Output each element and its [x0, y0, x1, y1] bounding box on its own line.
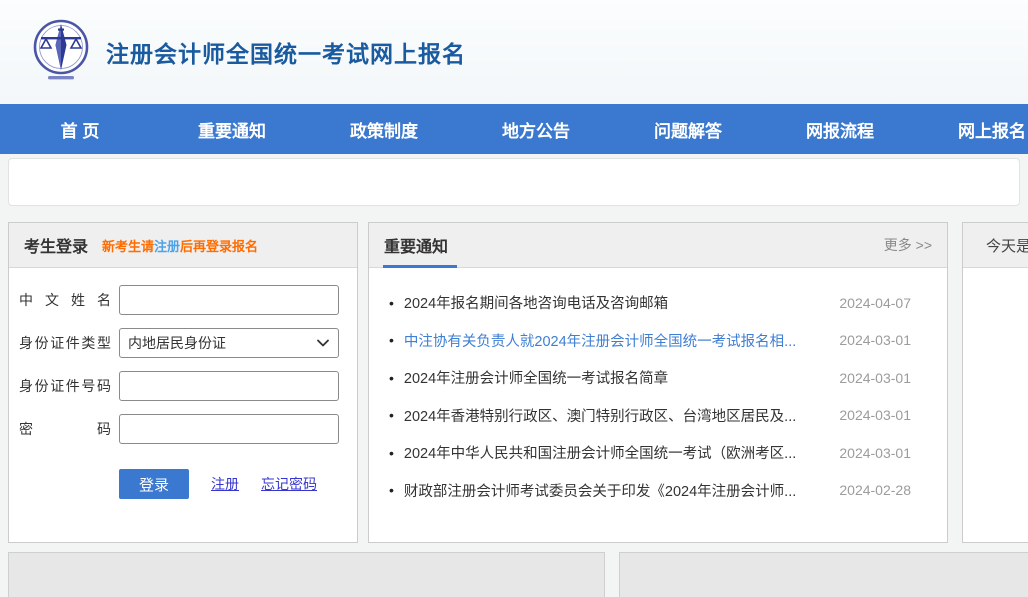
- note-suffix: 后再登录报名: [180, 239, 258, 254]
- notice-link[interactable]: 2024年中华人民共和国注册会计师全国统一考试（欧洲考区...: [404, 442, 825, 463]
- notice-item: • 2024年中华人民共和国注册会计师全国统一考试（欧洲考区... 2024-0…: [369, 434, 947, 472]
- id-type-selected-value: 内地居民身份证: [128, 333, 226, 353]
- note-register-link[interactable]: 注册: [154, 239, 180, 254]
- login-form: 中文姓名 身份证件类型 内地居民身份证 身份证件号码 密码 登录 注册: [9, 268, 357, 499]
- login-actions: 登录 注册 忘记密码: [19, 469, 339, 499]
- notice-link[interactable]: 中注协有关负责人就2024年注册会计师全国统一考试报名相...: [404, 330, 825, 351]
- login-title: 考生登录: [24, 233, 88, 257]
- notice-link[interactable]: 财政部注册会计师考试委员会关于印发《2024年注册会计师...: [404, 480, 825, 501]
- notices-title: 重要通知: [384, 233, 448, 257]
- notice-date: 2024-03-01: [839, 370, 911, 386]
- nav-item-local-announcements[interactable]: 地方公告: [460, 117, 612, 142]
- notice-item: • 财政部注册会计师考试委员会关于印发《2024年注册会计师... 2024-0…: [369, 472, 947, 510]
- register-link[interactable]: 注册: [211, 474, 239, 494]
- id-number-input[interactable]: [119, 371, 339, 401]
- notice-link[interactable]: 2024年报名期间各地咨询电话及咨询邮箱: [404, 292, 825, 313]
- id-type-select[interactable]: 内地居民身份证: [119, 328, 339, 358]
- banner-area: [8, 158, 1020, 206]
- notice-link[interactable]: 2024年香港特别行政区、澳门特别行政区、台湾地区居民及...: [404, 405, 825, 426]
- notice-item: • 2024年报名期间各地咨询电话及咨询邮箱 2024-04-07: [369, 284, 947, 322]
- bullet-icon: •: [389, 445, 394, 461]
- id-number-label: 身份证件号码: [19, 376, 111, 396]
- notice-list: • 2024年报名期间各地咨询电话及咨询邮箱 2024-04-07 • 中注协有…: [369, 268, 947, 509]
- nav-item-notices[interactable]: 重要通知: [156, 117, 308, 142]
- name-label: 中文姓名: [19, 290, 111, 310]
- nav-item-online-registration[interactable]: 网上报名: [916, 117, 1028, 142]
- notice-date: 2024-03-01: [839, 407, 911, 423]
- password-input[interactable]: [119, 414, 339, 444]
- today-panel-header: 今天是: [963, 223, 1028, 268]
- new-candidate-note: 新考生请注册后再登录报名: [102, 236, 258, 255]
- more-link[interactable]: 更多 >>: [884, 235, 932, 255]
- notice-link[interactable]: 2024年注册会计师全国统一考试报名简章: [404, 367, 825, 388]
- next-panel-header: [619, 552, 1028, 597]
- cicpa-logo-icon: [28, 17, 94, 87]
- bullet-icon: •: [389, 295, 394, 311]
- bullet-icon: •: [389, 332, 394, 348]
- notice-date: 2024-03-01: [839, 445, 911, 461]
- name-input[interactable]: [119, 285, 339, 315]
- login-button[interactable]: 登录: [119, 469, 189, 499]
- bullet-icon: •: [389, 407, 394, 423]
- name-row: 中文姓名: [19, 285, 339, 315]
- today-panel: 今天是: [962, 222, 1028, 543]
- notices-panel: 重要通知 更多 >> • 2024年报名期间各地咨询电话及咨询邮箱 2024-0…: [368, 222, 948, 543]
- note-prefix: 新考生请: [102, 239, 154, 254]
- notice-date: 2024-03-01: [839, 332, 911, 348]
- nav-item-faq[interactable]: 问题解答: [612, 117, 764, 142]
- next-panel-header: [8, 552, 605, 597]
- forgot-password-link[interactable]: 忘记密码: [261, 474, 317, 494]
- nav-item-policies[interactable]: 政策制度: [308, 117, 460, 142]
- login-panel: 考生登录 新考生请注册后再登录报名 中文姓名 身份证件类型 内地居民身份证 身份…: [8, 222, 358, 543]
- id-type-row: 身份证件类型 内地居民身份证: [19, 328, 339, 358]
- active-tab-underline: [383, 265, 457, 268]
- notice-item: • 2024年香港特别行政区、澳门特别行政区、台湾地区居民及... 2024-0…: [369, 397, 947, 435]
- main-nav: 首 页 重要通知 政策制度 地方公告 问题解答 网报流程 网上报名: [0, 104, 1028, 154]
- password-label: 密码: [19, 419, 111, 439]
- nav-item-home[interactable]: 首 页: [4, 117, 156, 142]
- notice-item: • 2024年注册会计师全国统一考试报名简章 2024-03-01: [369, 359, 947, 397]
- bullet-icon: •: [389, 370, 394, 386]
- nav-item-process[interactable]: 网报流程: [764, 117, 916, 142]
- page-title: 注册会计师全国统一考试网上报名: [106, 35, 466, 69]
- bullet-icon: •: [389, 482, 394, 498]
- notice-date: 2024-04-07: [839, 295, 911, 311]
- main-content: 考生登录 新考生请注册后再登录报名 中文姓名 身份证件类型 内地居民身份证 身份…: [8, 222, 1028, 543]
- site-header: 注册会计师全国统一考试网上报名: [0, 0, 1028, 104]
- password-row: 密码: [19, 414, 339, 444]
- notice-date: 2024-02-28: [839, 482, 911, 498]
- id-number-row: 身份证件号码: [19, 371, 339, 401]
- id-type-label: 身份证件类型: [19, 333, 111, 353]
- notices-panel-header: 重要通知 更多 >>: [369, 223, 947, 268]
- login-panel-header: 考生登录 新考生请注册后再登录报名: [9, 223, 357, 268]
- chevron-down-icon: [316, 336, 330, 350]
- today-text: 今天是: [986, 235, 1028, 256]
- notice-item: • 中注协有关负责人就2024年注册会计师全国统一考试报名相... 2024-0…: [369, 322, 947, 360]
